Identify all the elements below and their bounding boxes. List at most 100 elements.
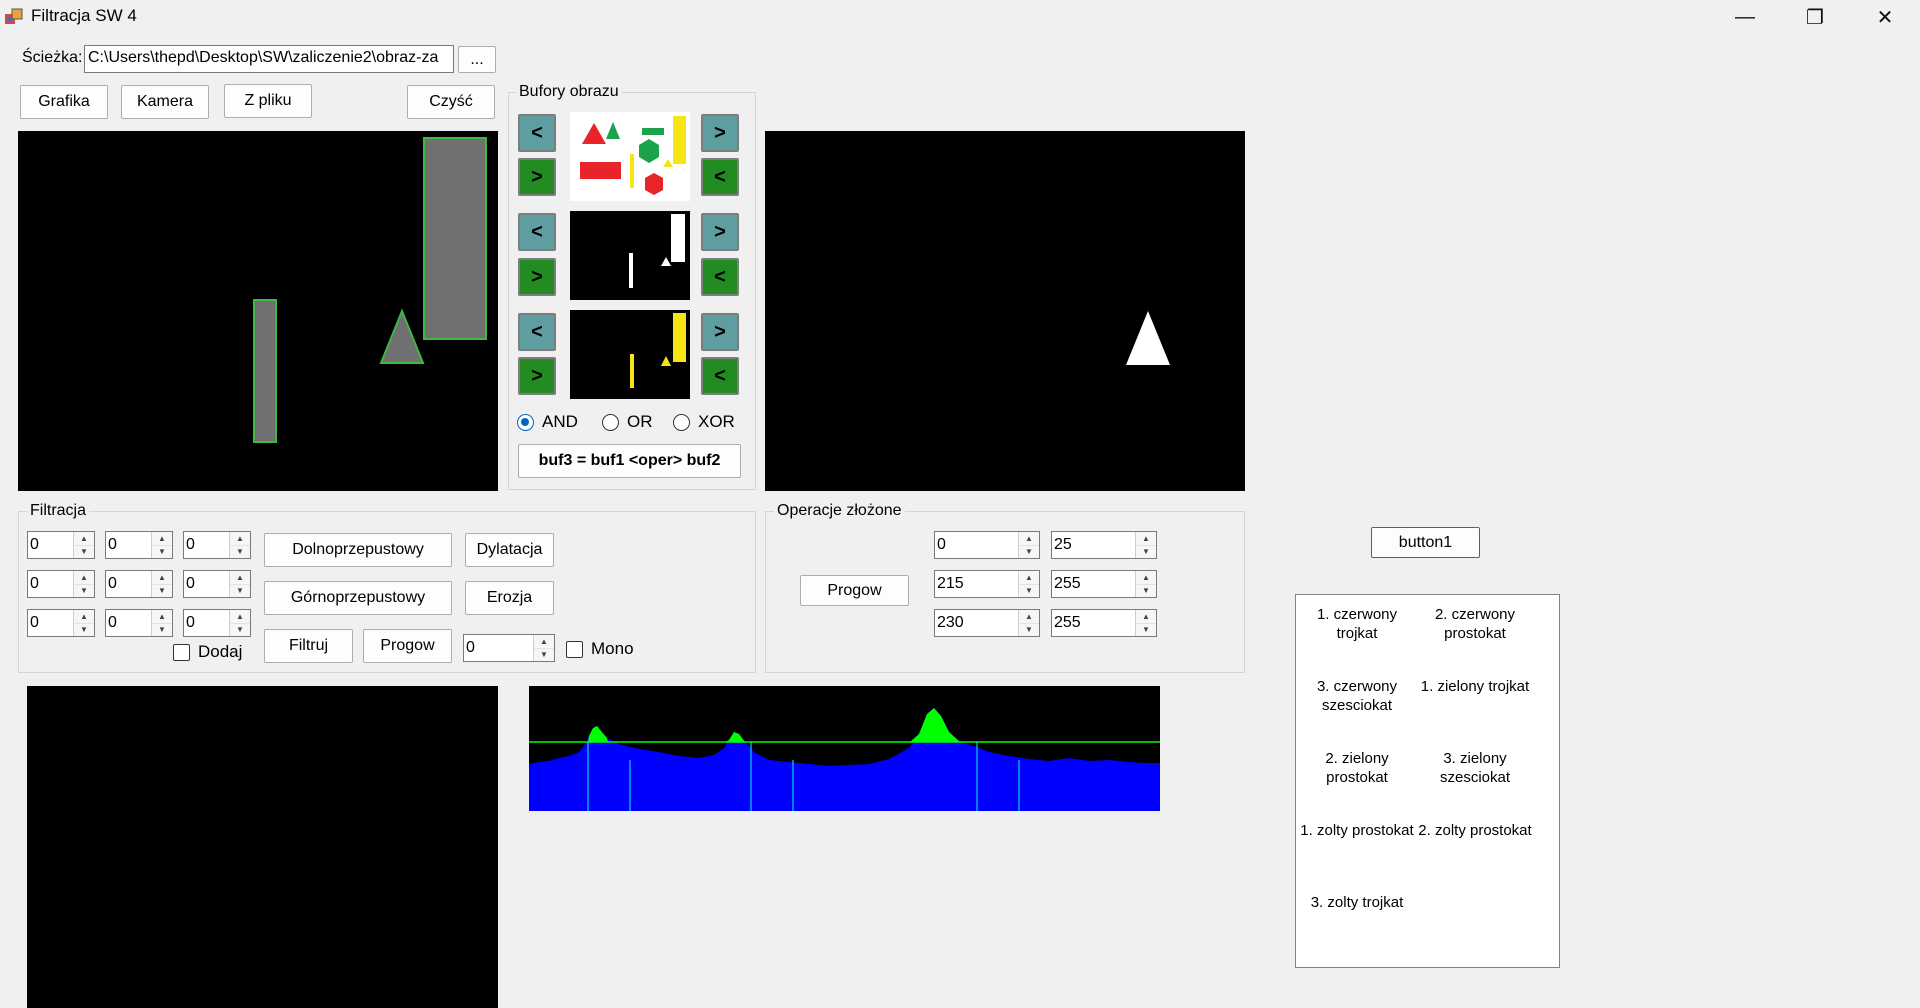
kernel-1-2[interactable]: 0 ▲ ▼ [183, 570, 251, 598]
kernel-2-1[interactable]: 0 ▲ ▼ [105, 609, 173, 637]
grafika-button[interactable]: Grafika [20, 85, 108, 119]
complex-threshold-button[interactable]: Progow [800, 575, 909, 606]
minimize-icon[interactable]: — [1710, 0, 1780, 34]
kernel-2-0[interactable]: 0 ▲ ▼ [27, 609, 95, 637]
range-2-min[interactable]: 230 ▲ ▼ [934, 609, 1040, 637]
spin-up-icon[interactable]: ▲ [1136, 571, 1156, 585]
spin-down-icon[interactable]: ▼ [74, 545, 94, 558]
kernel-0-2[interactable]: 0 ▲ ▼ [183, 531, 251, 559]
kernel-1-0[interactable]: 0 ▲ ▼ [27, 570, 95, 598]
spin-up-icon[interactable]: ▲ [1019, 532, 1039, 546]
kernel-0-1[interactable]: 0 ▲ ▼ [105, 531, 173, 559]
browse-button[interactable]: ... [458, 46, 496, 73]
list-item[interactable]: 3. czerwony szesciokat [1297, 677, 1417, 715]
spin-up-icon[interactable]: ▲ [152, 571, 172, 585]
spin-down-icon[interactable]: ▼ [152, 623, 172, 636]
spin-up-icon[interactable]: ▲ [1136, 610, 1156, 624]
range-1-max[interactable]: 255 ▲ ▼ [1051, 570, 1157, 598]
spin-down-icon[interactable]: ▼ [152, 584, 172, 597]
buf3-send-right-button[interactable]: > [518, 357, 556, 395]
spin-down-icon[interactable]: ▼ [152, 545, 172, 558]
erosion-button[interactable]: Erozja [465, 581, 554, 615]
list-item[interactable]: 1. czerwony trojkat [1297, 605, 1417, 643]
spin-down-icon[interactable]: ▼ [74, 584, 94, 597]
list-item[interactable]: 1. zolty prostokat [1297, 821, 1417, 840]
spin-down-icon[interactable]: ▼ [534, 648, 554, 661]
buf2-load-left-button[interactable]: < [518, 213, 556, 251]
range-1-min[interactable]: 215 ▲ ▼ [934, 570, 1040, 598]
spin-down-icon[interactable]: ▼ [230, 623, 250, 636]
threshold-button[interactable]: Progow [363, 629, 452, 663]
threshold-value-input[interactable]: 0 ▲ ▼ [463, 634, 555, 662]
path-input[interactable]: C:\Users\thepd\Desktop\SW\zaliczenie2\ob… [84, 45, 454, 73]
buffer2-image[interactable] [570, 211, 690, 300]
list-item[interactable]: 2. zolty prostokat [1415, 821, 1535, 840]
restore-icon[interactable]: ❐ [1780, 0, 1850, 34]
preview-image[interactable] [27, 686, 498, 1008]
list-item[interactable]: 2. zielony prostokat [1297, 749, 1417, 787]
list-item[interactable]: 3. zielony szesciokat [1415, 749, 1535, 787]
main-image[interactable] [18, 131, 498, 491]
buf2-send-left-button[interactable]: < [701, 258, 739, 296]
buf1-load-right-button[interactable]: > [701, 114, 739, 152]
radio-or[interactable]: OR [602, 412, 653, 432]
range-2-max[interactable]: 255 ▲ ▼ [1051, 609, 1157, 637]
buffer3-image[interactable] [570, 310, 690, 399]
range-0-min[interactable]: 0 ▲ ▼ [934, 531, 1040, 559]
spin-up-icon[interactable]: ▲ [74, 571, 94, 585]
spin-down-icon[interactable]: ▼ [230, 545, 250, 558]
spin-up-icon[interactable]: ▲ [230, 571, 250, 585]
spin-up-icon[interactable]: ▲ [1019, 610, 1039, 624]
radio-xor[interactable]: XOR [673, 412, 735, 432]
buf2-send-right-button[interactable]: > [518, 258, 556, 296]
spin-up-icon[interactable]: ▲ [1136, 532, 1156, 546]
buffer1-image[interactable] [570, 112, 690, 201]
spin-up-icon[interactable]: ▲ [230, 532, 250, 546]
kernel-0-0[interactable]: 0 ▲ ▼ [27, 531, 95, 559]
list-item[interactable]: 1. zielony trojkat [1415, 677, 1535, 696]
kernel-1-1[interactable]: 0 ▲ ▼ [105, 570, 173, 598]
spin-up-icon[interactable]: ▲ [534, 635, 554, 649]
spin-up-icon[interactable]: ▲ [74, 532, 94, 546]
radio-xor-indicator [673, 413, 690, 431]
radio-and[interactable]: AND [517, 412, 578, 432]
buf3-send-left-button[interactable]: < [701, 357, 739, 395]
spin-down-icon[interactable]: ▼ [74, 623, 94, 636]
buf1-send-right-button[interactable]: > [518, 158, 556, 196]
results-list[interactable]: 1. czerwony trojkat 2. czerwony prostoka… [1295, 594, 1560, 968]
spin-up-icon[interactable]: ▲ [230, 610, 250, 624]
spin-down-icon[interactable]: ▼ [1136, 584, 1156, 597]
spin-up-icon[interactable]: ▲ [1019, 571, 1039, 585]
spin-up-icon[interactable]: ▲ [152, 610, 172, 624]
spin-down-icon[interactable]: ▼ [230, 584, 250, 597]
buffer-operation-button[interactable]: buf3 = buf1 <oper> buf2 [518, 444, 741, 478]
buf3-load-left-button[interactable]: < [518, 313, 556, 351]
spin-down-icon[interactable]: ▼ [1019, 584, 1039, 597]
list-item[interactable]: 2. czerwony prostokat [1415, 605, 1535, 643]
buf2-load-right-button[interactable]: > [701, 213, 739, 251]
mono-checkbox[interactable]: Mono [566, 639, 634, 659]
kernel-2-2[interactable]: 0 ▲ ▼ [183, 609, 251, 637]
result-image[interactable] [765, 131, 1245, 491]
spin-up-icon[interactable]: ▲ [152, 532, 172, 546]
spin-down-icon[interactable]: ▼ [1136, 623, 1156, 636]
kamera-button[interactable]: Kamera [121, 85, 209, 119]
spin-down-icon[interactable]: ▼ [1019, 623, 1039, 636]
spin-down-icon[interactable]: ▼ [1136, 545, 1156, 558]
buf1-load-left-button[interactable]: < [518, 114, 556, 152]
dilation-button[interactable]: Dylatacja [465, 533, 554, 567]
czysc-button[interactable]: Czyść [407, 85, 495, 119]
spin-up-icon[interactable]: ▲ [74, 610, 94, 624]
spin-down-icon[interactable]: ▼ [1019, 545, 1039, 558]
buf3-load-right-button[interactable]: > [701, 313, 739, 351]
range-0-max[interactable]: 25 ▲ ▼ [1051, 531, 1157, 559]
button1[interactable]: button1 [1371, 527, 1480, 558]
z-pliku-button[interactable]: Z pliku [224, 84, 312, 118]
lowpass-button[interactable]: Dolnoprzepustowy [264, 533, 452, 567]
list-item[interactable]: 3. zolty trojkat [1297, 893, 1417, 912]
dodaj-checkbox[interactable]: Dodaj [173, 642, 242, 662]
filter-button[interactable]: Filtruj [264, 629, 353, 663]
close-icon[interactable]: ✕ [1850, 0, 1920, 34]
highpass-button[interactable]: Górnoprzepustowy [264, 581, 452, 615]
buf1-send-left-button[interactable]: < [701, 158, 739, 196]
